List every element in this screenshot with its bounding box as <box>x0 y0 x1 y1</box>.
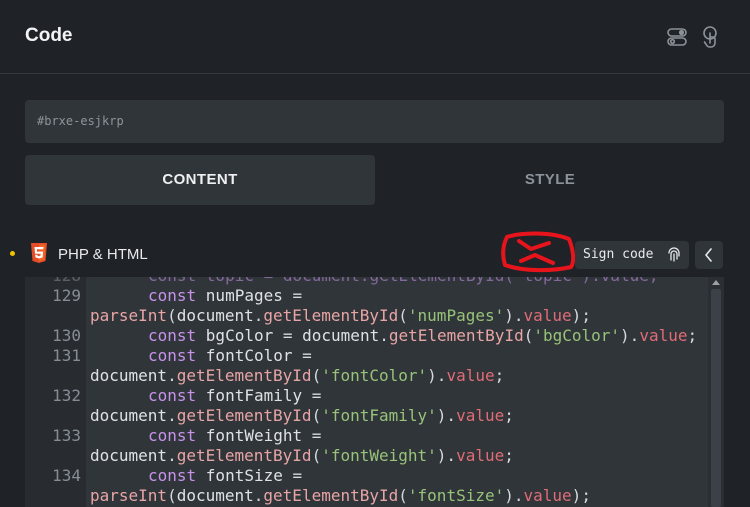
line-number: 128 <box>25 277 81 286</box>
touch-finger-icon[interactable] <box>698 24 724 50</box>
code-text: const fontFamily = <box>148 386 322 405</box>
code-editor[interactable]: 128 const topic = document.getElementById… <box>25 277 724 507</box>
scroll-up-arrow-icon[interactable] <box>712 280 720 285</box>
code-line-wrapped: parseInt(document.getElementById('fontSi… <box>25 486 706 506</box>
changed-indicator-dot <box>10 251 15 256</box>
control-label: PHP & HTML <box>58 246 148 263</box>
line-number: 130 <box>52 326 81 345</box>
red-annotation-scribble <box>501 231 576 273</box>
code-line: 133 const fontWeight = <box>25 426 706 446</box>
code-text: parseInt(document.getElementById('numPag… <box>90 306 591 325</box>
scrollbar-thumb[interactable] <box>711 289 721 507</box>
editor-scrollbar[interactable] <box>708 277 724 507</box>
sign-code-button[interactable]: Sign code <box>575 241 689 269</box>
line-number: 133 <box>52 426 81 445</box>
toggle-switch-icon[interactable] <box>664 24 690 50</box>
code-line-wrapped: document.getElementById('fontFamily').va… <box>25 406 706 426</box>
code-line: 129 const numPages = <box>25 286 706 306</box>
code-text: document.getElementById('fontFamily').va… <box>90 406 514 425</box>
tab-content[interactable]: CONTENT <box>25 155 375 205</box>
tab-style[interactable]: STYLE <box>375 155 725 205</box>
code-line: 134 const fontSize = <box>25 466 706 486</box>
line-number: 129 <box>52 286 81 305</box>
code-line: 131 const fontColor = <box>25 346 706 366</box>
code-text: document.getElementById('fontWeight').va… <box>90 446 514 465</box>
panel-title: Code <box>25 25 73 46</box>
code-text: const topic = document.getElementById('t… <box>148 277 659 286</box>
code-line: 132 const fontFamily = <box>25 386 706 406</box>
code-text: const numPages = <box>148 286 303 305</box>
code-text: const fontWeight = <box>148 426 322 445</box>
code-line-wrapped: document.getElementById('fontWeight').va… <box>25 446 706 466</box>
collapse-button[interactable] <box>695 241 723 269</box>
code-line: 130 const bgColor = document.getElementBy… <box>25 326 706 346</box>
element-selector-field[interactable]: #brxe-esjkrp <box>25 100 724 143</box>
code-line-wrapped: document.getElementById('fontColor').val… <box>25 366 706 386</box>
code-text: const fontColor = <box>148 346 312 365</box>
code-text: parseInt(document.getElementById('fontSi… <box>90 486 591 505</box>
code-text: document.getElementById('fontColor').val… <box>90 366 505 385</box>
code-line-wrapped: parseInt(document.getElementById('numPag… <box>25 306 706 326</box>
chevron-left-icon <box>705 248 712 262</box>
code-text: const fontSize = <box>148 466 303 485</box>
panel-header: Code <box>0 0 750 74</box>
line-number: 132 <box>52 386 81 405</box>
fingerprint-icon <box>668 247 680 262</box>
html5-icon <box>31 243 47 263</box>
line-number: 134 <box>52 466 81 485</box>
code-text: const bgColor = document.getElementById(… <box>148 326 698 345</box>
line-number: 131 <box>52 346 81 365</box>
code-line-partial: 128 const topic = document.getElementById… <box>25 277 706 286</box>
sign-code-label: Sign code <box>583 247 654 262</box>
